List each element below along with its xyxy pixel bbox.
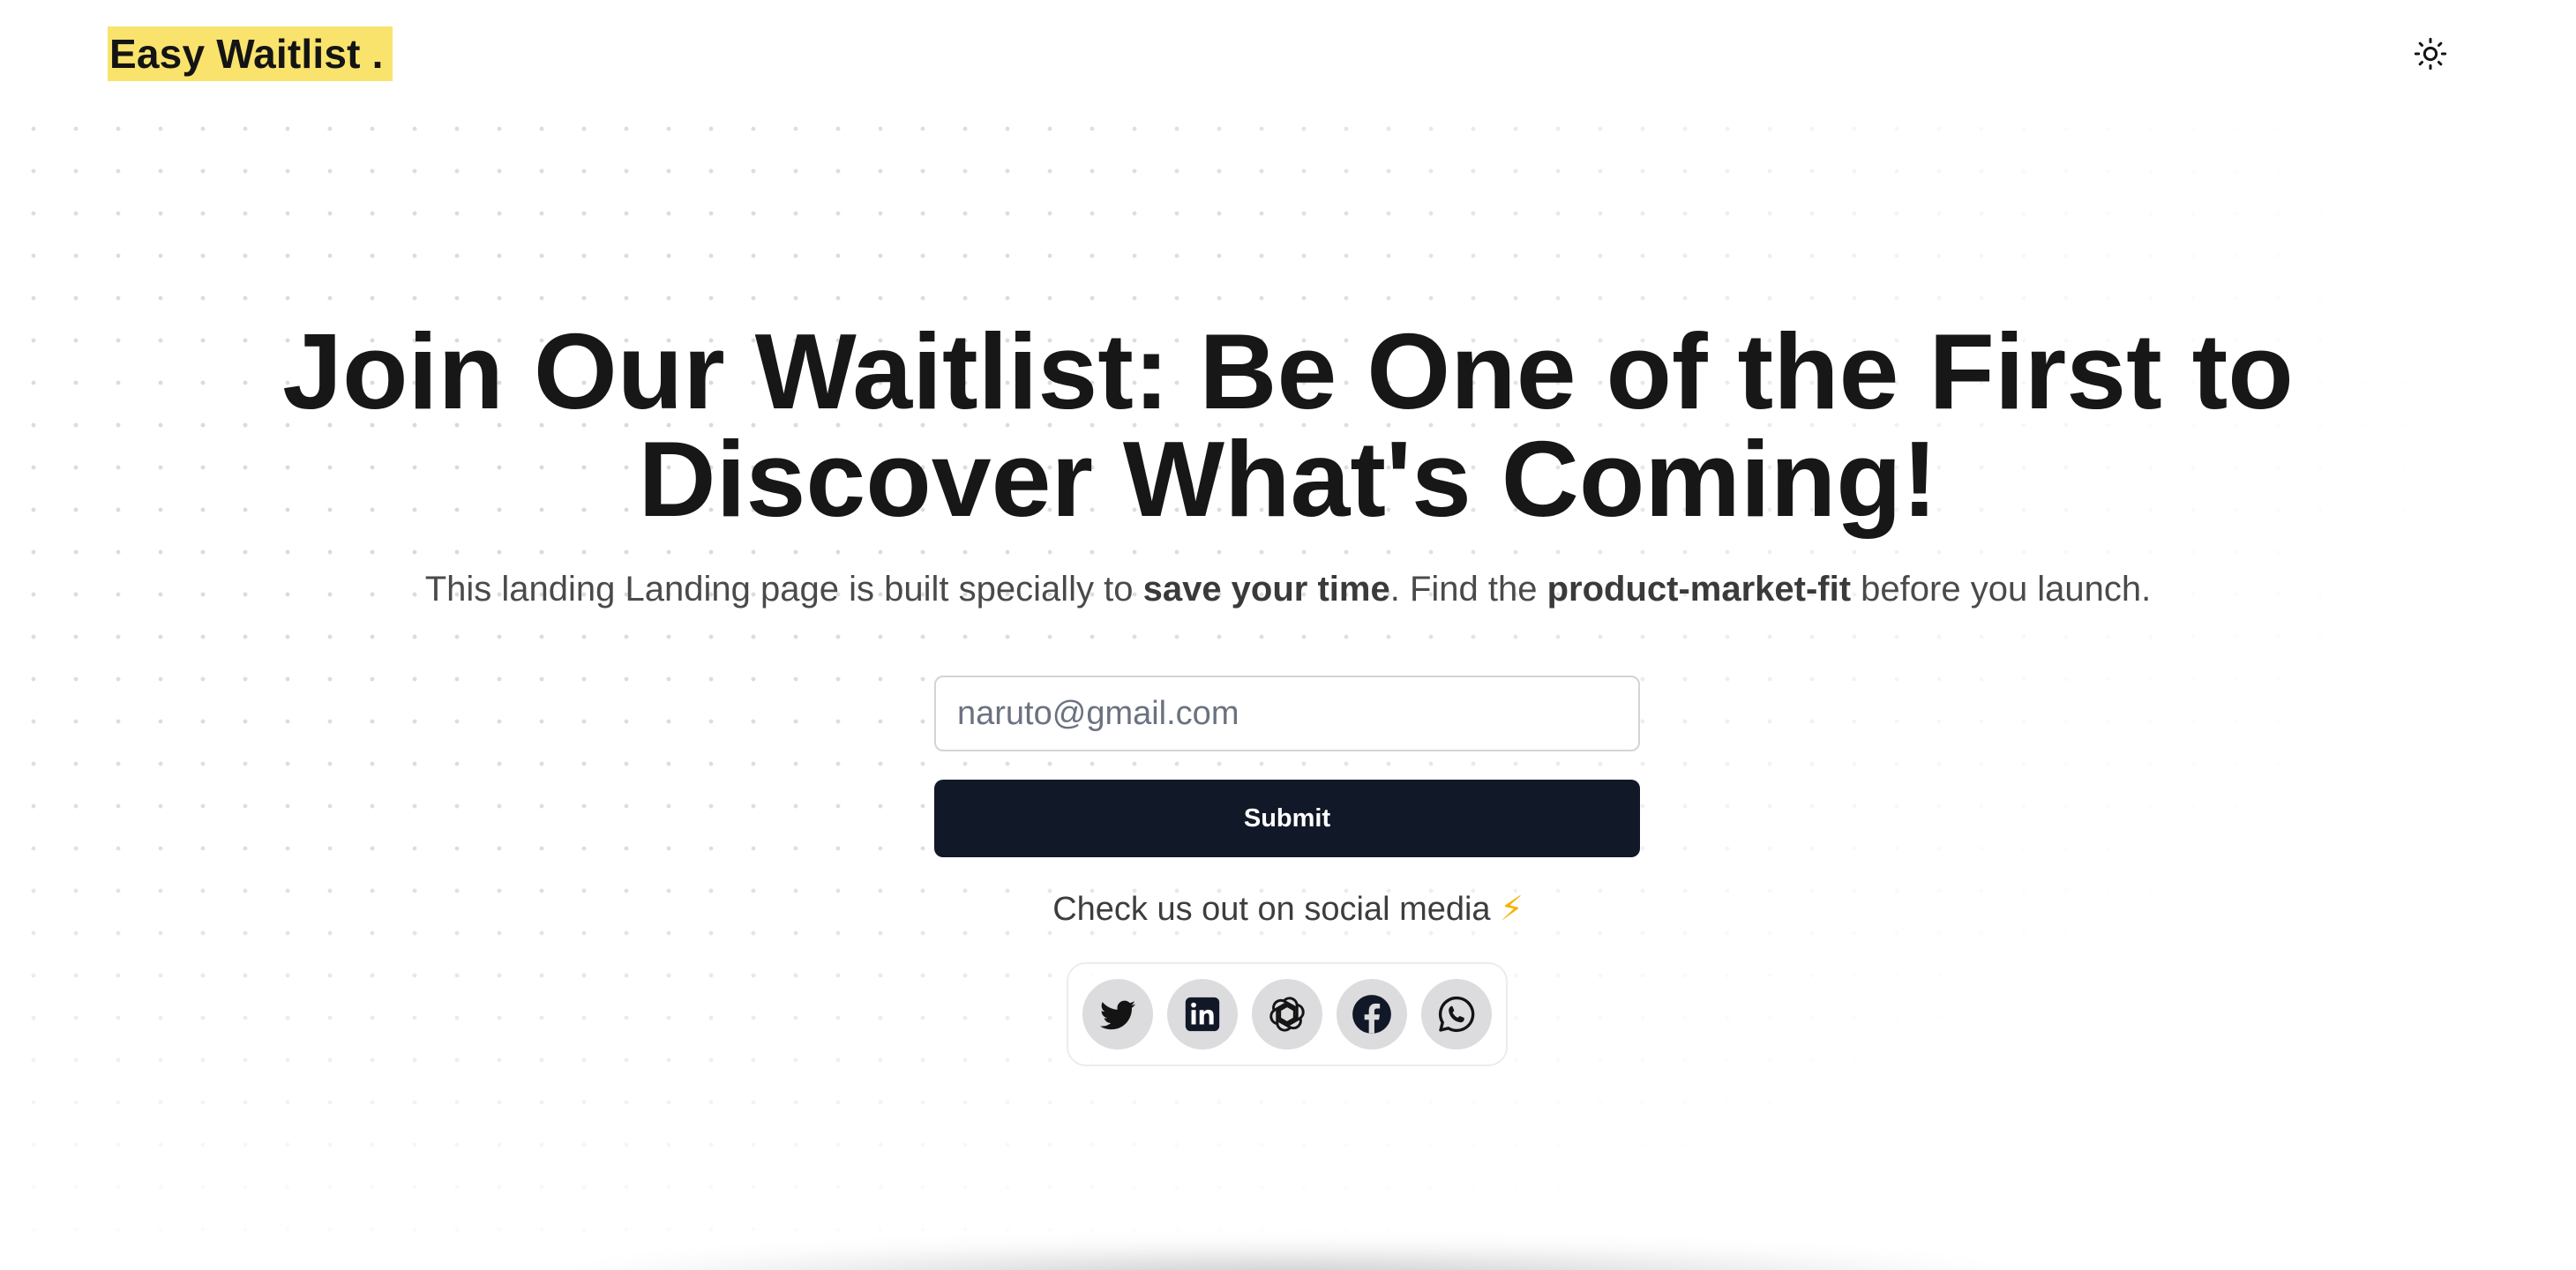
facebook-icon (1352, 995, 1391, 1034)
twitter-icon (1099, 1000, 1136, 1030)
hero-section: Join Our Waitlist: Be One of the First t… (0, 318, 2576, 614)
openai-link[interactable] (1252, 979, 1322, 1050)
subtitle-text-2: . Find the (1389, 570, 1547, 609)
email-field[interactable] (934, 676, 1640, 751)
linkedin-link[interactable] (1167, 979, 1238, 1050)
bottom-shadow (573, 1244, 2003, 1270)
subtitle-bold-1: save your time (1142, 570, 1390, 609)
headline-line-2: Discover What's Coming! (638, 419, 1938, 539)
page-title: Join Our Waitlist: Be One of the First t… (0, 318, 2576, 533)
social-links (1067, 962, 1508, 1066)
logo[interactable]: Easy Waitlist . (108, 26, 393, 81)
social-caption-text: Check us out on social media (1052, 891, 1491, 928)
subtitle-text-1: This landing Landing page is built speci… (424, 570, 1143, 609)
hero-subtitle: This landing Landing page is built speci… (0, 564, 2576, 614)
submit-button[interactable]: Submit (934, 780, 1640, 857)
waitlist-form: Submit (934, 676, 1640, 857)
whatsapp-link[interactable] (1421, 979, 1492, 1050)
lightning-icon: ⚡ (1500, 891, 1524, 928)
openai-icon (1269, 997, 1305, 1032)
whatsapp-icon (1438, 996, 1475, 1033)
linkedin-icon (1185, 997, 1220, 1032)
subtitle-text-3: before you launch. (1851, 570, 2152, 609)
social-caption: Check us out on social media ⚡ (0, 887, 2576, 931)
theme-toggle-button[interactable] (2408, 32, 2452, 76)
twitter-link[interactable] (1082, 979, 1153, 1050)
headline-line-1: Join Our Waitlist: Be One of the First t… (282, 311, 2294, 431)
subtitle-bold-2: product-market-fit (1546, 570, 1852, 609)
facebook-link[interactable] (1337, 979, 1407, 1050)
sun-icon (2414, 37, 2447, 71)
page: Easy Waitlist . Join Our Waitlist: Be On… (0, 0, 2576, 1270)
